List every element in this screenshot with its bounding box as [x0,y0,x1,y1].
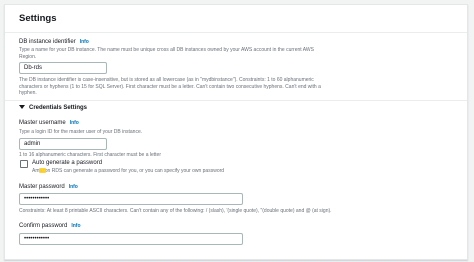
master-username-description: Type a login ID for the master user of y… [19,129,143,135]
master-password-info-link[interactable]: Info [69,184,78,190]
db-identifier-description: Type a name for your DB instance. The na… [19,47,314,60]
master-password-input[interactable]: •••••••••••• [19,193,243,205]
credentials-section-title: Credentials Settings [29,105,88,111]
master-password-label: Master password [19,184,65,190]
master-password-label-row: Master password Info [19,184,78,190]
master-username-info-link[interactable]: Info [70,120,79,126]
auto-generate-password-description: Amazon RDS can generate a password for y… [32,168,225,174]
credentials-section-toggle[interactable]: Credentials Settings [19,105,87,111]
page-title: Settings [19,13,57,24]
master-username-constraints: 1 to 16 alphanumeric characters. First c… [19,152,162,158]
db-identifier-constraints: The DB instance identifier is case-insen… [19,77,321,96]
auto-generate-password-checkbox[interactable] [20,160,28,168]
master-username-label: Master username [19,120,66,126]
db-identifier-input[interactable]: Db-rds [19,62,107,74]
master-password-constraints: Constraints: At least 8 printable ASCII … [19,208,332,214]
confirm-password-label: Confirm password [19,223,68,229]
master-username-input[interactable]: admin [19,138,107,150]
caret-down-icon [19,105,25,109]
db-identifier-label: DB instance identifier [19,39,76,45]
db-identifier-label-row: DB instance identifier Info [19,39,89,45]
db-identifier-info-link[interactable]: Info [80,39,89,45]
master-username-label-row: Master username Info [19,120,79,126]
confirm-password-input[interactable]: •••••••••••• [19,233,243,245]
auto-generate-password-label[interactable]: Auto generate a password [32,160,102,166]
section-divider [5,100,467,101]
confirm-password-label-row: Confirm password Info [19,223,81,229]
mouse-cursor-highlight [39,168,46,173]
confirm-password-info-link[interactable]: Info [71,223,80,229]
panel-header: Settings [5,5,467,33]
settings-panel: Settings DB instance identifier Info Type… [4,4,468,260]
